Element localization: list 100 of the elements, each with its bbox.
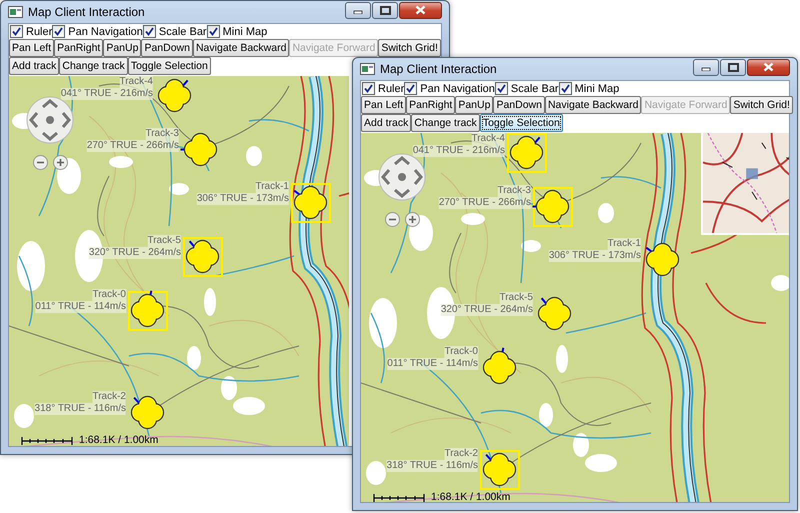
clover-icon	[482, 452, 517, 487]
toolbar-button[interactable]: PanRight	[54, 39, 104, 57]
track-name: Track-0	[92, 289, 126, 301]
scale-bar-icon	[21, 436, 73, 446]
track-name: Track-5	[147, 235, 181, 247]
track-marker[interactable]	[507, 133, 547, 173]
window-title: Map Client Interaction	[380, 62, 498, 76]
toolbar-button[interactable]: PanRight	[406, 96, 456, 114]
checkbox-label: Ruler	[378, 82, 404, 94]
track-marker[interactable]	[128, 291, 168, 331]
scale-text: 1:68.1K / 1.00km	[79, 434, 158, 446]
lake	[169, 183, 189, 195]
track-heading-label: 011° TRUE - 114m/s	[387, 358, 478, 370]
track-heading-label: 011° TRUE - 114m/s	[35, 301, 126, 313]
close-icon	[763, 62, 774, 72]
scale-text: 1:68.1K / 1.00km	[431, 491, 510, 502]
toolbar-button[interactable]: Pan Left	[9, 39, 54, 57]
checkbox[interactable]	[52, 25, 66, 38]
toolbar-button[interactable]: Switch Grid!	[378, 39, 441, 57]
checkbox-label: Mini Map	[222, 26, 268, 38]
track-marker[interactable]	[480, 450, 520, 490]
track-marker[interactable]	[533, 187, 573, 227]
zoom-out-button[interactable]	[385, 212, 400, 227]
toolbar-button[interactable]: Navigate Backward	[544, 96, 642, 114]
track-heading-label: 041° TRUE - 216m/s	[412, 145, 505, 157]
track-name: Track-2	[444, 448, 478, 460]
clover-icon	[183, 132, 218, 167]
close-button[interactable]	[747, 58, 790, 76]
track-heading-label: 306° TRUE - 173m/s	[196, 193, 289, 205]
toolbar-button[interactable]: Switch Grid!	[730, 96, 793, 114]
lake	[204, 288, 216, 316]
pan-control[interactable]	[378, 153, 426, 201]
track-name: Track-5	[499, 292, 533, 304]
close-button[interactable]	[399, 2, 442, 18]
checkbox[interactable]	[206, 25, 220, 38]
clover-icon	[157, 78, 192, 113]
checkbox-label: Mini Map	[574, 82, 620, 94]
lake	[246, 146, 262, 166]
toolbar-button[interactable]: Navigate Backward	[192, 39, 290, 57]
scale-bar-icon	[373, 493, 425, 502]
track-name: Track-2	[92, 391, 126, 403]
checkbox[interactable]	[404, 82, 418, 95]
lake	[598, 203, 614, 223]
checkbox-label: Pan Navigation	[68, 26, 143, 38]
toolbar-button[interactable]: Add track	[9, 57, 60, 75]
track-name: Track-3	[145, 128, 179, 140]
toolbar-button[interactable]: Add track	[361, 114, 412, 132]
lake	[369, 298, 397, 348]
maximize-icon	[728, 62, 738, 72]
track-heading-label: 318° TRUE - 116m/s	[386, 460, 478, 472]
zoom-in-button[interactable]	[405, 212, 420, 227]
pan-control[interactable]	[26, 96, 74, 144]
track-name: Track-1	[255, 181, 289, 193]
checkbox[interactable]	[362, 82, 375, 95]
app-icon	[8, 6, 23, 18]
close-icon	[415, 5, 426, 15]
minimize-button[interactable]	[693, 58, 719, 76]
toolbar-button[interactable]: PanUp	[455, 96, 494, 114]
clover-icon	[535, 189, 570, 224]
checkbox-label: Scale Bar	[158, 26, 207, 38]
toolbar-button[interactable]: Toggle Selection	[128, 57, 211, 75]
track-marker[interactable]	[183, 237, 223, 277]
minimize-button[interactable]	[345, 2, 371, 18]
checkbox[interactable]	[10, 25, 23, 38]
checkbox[interactable]	[494, 82, 508, 95]
lake	[17, 241, 45, 291]
track-heading-label: 318° TRUE - 116m/s	[34, 403, 126, 415]
zoom-out-button[interactable]	[33, 155, 48, 170]
lake	[521, 240, 541, 252]
track-name: Track-0	[444, 346, 478, 358]
clover-icon	[509, 135, 544, 170]
app-icon	[360, 63, 375, 75]
track-heading-label: 320° TRUE - 264m/s	[88, 247, 181, 259]
clover-icon	[482, 350, 517, 385]
checkbox[interactable]	[558, 82, 572, 95]
toolbar-button[interactable]: Change track	[59, 57, 128, 75]
zoom-in-button[interactable]	[53, 155, 68, 170]
lake	[366, 461, 386, 485]
toolbar-button[interactable]: PanDown	[493, 96, 545, 114]
minimap[interactable]	[701, 133, 789, 235]
toolbar-button[interactable]: Pan Left	[361, 96, 406, 114]
track-name: Track-3	[497, 185, 531, 197]
track-name: Track-1	[607, 238, 641, 250]
lake	[461, 213, 485, 225]
checkbox-label: Ruler	[26, 26, 52, 38]
toolbar-button[interactable]: Toggle Selection	[480, 114, 563, 132]
toolbar-button[interactable]: PanUp	[103, 39, 142, 57]
maximize-button[interactable]	[720, 58, 746, 76]
checkbox[interactable]	[142, 25, 156, 38]
lake	[187, 346, 201, 370]
checkbox-label: Pan Navigation	[420, 82, 495, 94]
track-name: Track-4	[119, 76, 153, 88]
maximize-button[interactable]	[372, 2, 398, 18]
track-marker[interactable]	[291, 183, 331, 223]
toolbar-button[interactable]: PanDown	[141, 39, 193, 57]
track-heading-label: 306° TRUE - 173m/s	[548, 250, 641, 262]
track-heading-label: 270° TRUE - 266m/s	[86, 140, 179, 152]
checkbox-label: Scale Bar	[510, 82, 559, 94]
toolbar-button[interactable]: Change track	[411, 114, 480, 132]
clover-icon	[185, 239, 220, 274]
